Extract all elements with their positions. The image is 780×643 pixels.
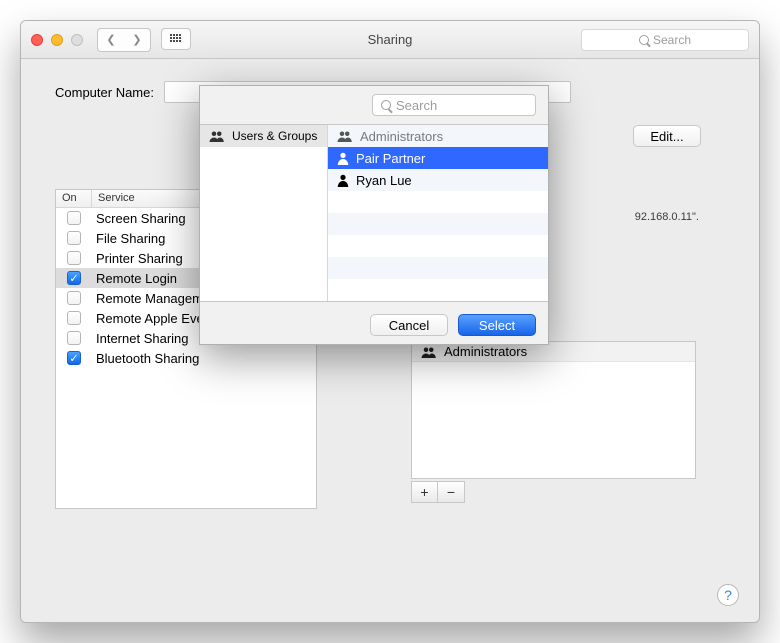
service-row[interactable]: ✓ Bluetooth Sharing (56, 348, 316, 368)
allowed-users-admin-row[interactable]: Administrators (412, 342, 695, 362)
admin-row-label: Administrators (444, 344, 527, 359)
forward-button[interactable]: ❯ (124, 29, 150, 51)
empty-rows (328, 191, 548, 301)
sheet-source-list[interactable]: Users & Groups (200, 125, 328, 301)
search-icon (381, 100, 391, 110)
grid-icon (170, 34, 182, 44)
row-label: Administrators (360, 129, 443, 144)
sheet-columns: Users & Groups Administrators Pair Partne… (200, 124, 548, 302)
preferences-window: ❮ ❯ Sharing Search Computer Name: Edit..… (20, 20, 760, 623)
minimize-window-button[interactable] (51, 34, 63, 46)
remove-user-button[interactable]: − (438, 482, 464, 502)
service-checkbox[interactable] (67, 311, 81, 325)
person-icon (336, 173, 350, 187)
service-label: Internet Sharing (92, 331, 189, 346)
sheet-search-placeholder: Search (396, 98, 437, 113)
service-checkbox[interactable]: ✓ (67, 271, 81, 285)
allowed-users-list[interactable]: Administrators (411, 341, 696, 479)
group-icon (208, 129, 226, 143)
window-controls (31, 34, 83, 46)
help-button[interactable]: ? (717, 584, 739, 606)
titlebar: ❮ ❯ Sharing Search (21, 21, 759, 59)
service-label: Screen Sharing (92, 211, 186, 226)
service-checkbox[interactable] (67, 251, 81, 265)
add-remove-users: + − (411, 481, 465, 503)
computer-name-label: Computer Name: (55, 85, 154, 100)
edit-hostname-button[interactable]: Edit... (633, 125, 701, 147)
group-icon (420, 345, 438, 359)
toolbar-search-field[interactable]: Search (581, 29, 749, 51)
service-label: Printer Sharing (92, 251, 183, 266)
service-checkbox[interactable] (67, 211, 81, 225)
row-label: Ryan Lue (356, 173, 412, 188)
close-window-button[interactable] (31, 34, 43, 46)
user-picker-sheet: Search Users & Groups Administrators Pair… (199, 85, 549, 345)
service-checkbox[interactable] (67, 331, 81, 345)
nav-segmented: ❮ ❯ (97, 28, 151, 52)
zoom-window-button (71, 34, 83, 46)
search-placeholder: Search (653, 33, 691, 47)
toolbar-buttons: ❮ ❯ (97, 28, 191, 52)
service-checkbox[interactable] (67, 291, 81, 305)
sheet-search-field[interactable]: Search (372, 94, 536, 116)
back-button[interactable]: ❮ (98, 29, 124, 51)
cancel-button[interactable]: Cancel (370, 314, 448, 336)
sheet-category-row[interactable]: Users & Groups (200, 125, 327, 147)
ssh-hint-fragment: 92.168.0.11". (635, 211, 699, 223)
row-label: Pair Partner (356, 151, 425, 166)
sheet-group-row[interactable]: Administrators (328, 125, 548, 147)
show-all-button[interactable] (161, 28, 191, 50)
sheet-footer: Cancel Select (370, 314, 536, 336)
service-checkbox[interactable]: ✓ (67, 351, 81, 365)
person-icon (336, 151, 350, 165)
service-label: Remote Login (92, 271, 177, 286)
sheet-user-row[interactable]: Pair Partner (328, 147, 548, 169)
service-label: File Sharing (92, 231, 165, 246)
sheet-user-list[interactable]: Administrators Pair Partner Ryan Lue (328, 125, 548, 301)
search-icon (639, 35, 649, 45)
window-body: Computer Name: Edit... On Service Screen… (21, 59, 759, 622)
select-button[interactable]: Select (458, 314, 536, 336)
service-checkbox[interactable] (67, 231, 81, 245)
sheet-category-label: Users & Groups (232, 129, 317, 143)
group-icon (336, 129, 354, 143)
service-label: Bluetooth Sharing (92, 351, 199, 366)
sheet-user-row[interactable]: Ryan Lue (328, 169, 548, 191)
header-on: On (56, 190, 92, 207)
add-user-button[interactable]: + (412, 482, 438, 502)
